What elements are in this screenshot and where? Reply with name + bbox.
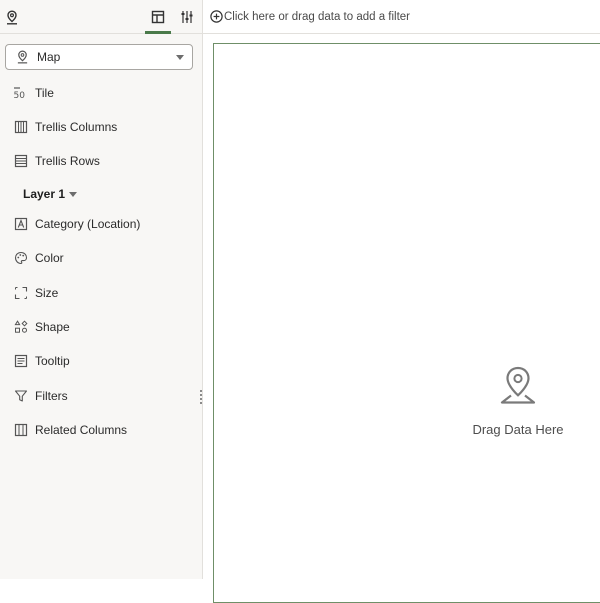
visualization-type-select[interactable]: Map — [5, 44, 193, 70]
grammar-item-trellis-columns[interactable]: Trellis Columns — [12, 117, 117, 137]
grammar-item-tile[interactable]: 50 Tile — [12, 83, 54, 103]
grammar-item-label: Shape — [35, 320, 70, 334]
grammar-item-tooltip[interactable]: Tooltip — [12, 351, 70, 371]
chevron-down-icon[interactable] — [176, 55, 184, 60]
trellis-columns-icon — [12, 119, 30, 135]
map-pin-icon[interactable] — [1, 6, 23, 28]
properties-sliders-icon[interactable] — [176, 6, 198, 28]
grammar-item-label: Trellis Rows — [35, 154, 100, 168]
palette-icon — [12, 250, 30, 266]
grammar-item-label: Tooltip — [35, 354, 70, 368]
grammar-item-label: Tile — [35, 86, 54, 100]
drop-zone: Drag Data Here — [213, 365, 600, 437]
shape-icon — [12, 319, 30, 335]
grammar-item-filters[interactable]: Filters — [12, 386, 68, 406]
drop-message: Drag Data Here — [472, 422, 564, 437]
tile-icon: 50 — [12, 85, 30, 101]
visualization-type-label: Map — [37, 50, 61, 64]
filter-bar[interactable]: Click here or drag data to add a filter — [203, 0, 600, 34]
grammar-item-trellis-rows[interactable]: Trellis Rows — [12, 151, 100, 171]
map-pin-icon — [16, 50, 29, 64]
visualization-canvas[interactable] — [213, 43, 600, 603]
grammar-item-label: Size — [35, 286, 59, 300]
grammar-item-size[interactable]: Size — [12, 283, 58, 303]
add-circle-icon[interactable] — [209, 10, 223, 24]
grammar-item-color[interactable]: Color — [12, 248, 64, 268]
map-pin-icon — [499, 365, 537, 405]
svg-text:50: 50 — [14, 91, 26, 100]
category-icon — [12, 216, 30, 232]
grammar-item-related-columns[interactable]: Related Columns — [12, 420, 127, 440]
layer-label: Layer 1 — [23, 187, 66, 201]
related-columns-icon — [12, 422, 30, 438]
grammar-item-label: Filters — [35, 389, 68, 403]
grammar-panel: Map 50 Tile Trellis Columns Trellis Rows… — [0, 0, 203, 579]
tooltip-icon — [12, 353, 30, 369]
chevron-down-icon[interactable] — [69, 191, 78, 197]
panel-toolbar — [0, 0, 203, 34]
grammar-item-label: Category (Location) — [35, 217, 141, 231]
grammar-item-label: Color — [35, 251, 64, 265]
layer-selector[interactable]: Layer 1 — [23, 186, 78, 202]
trellis-rows-icon — [12, 153, 30, 169]
grammar-panel-icon[interactable] — [145, 6, 171, 34]
filter-placeholder: Click here or drag data to add a filter — [224, 10, 411, 23]
panel-resize-handle[interactable] — [200, 390, 202, 404]
grammar-item-label: Related Columns — [35, 423, 128, 437]
grammar-item-label: Trellis Columns — [35, 120, 118, 134]
filter-icon — [12, 388, 30, 404]
grammar-item-category[interactable]: Category (Location) — [12, 214, 140, 234]
grammar-item-shape[interactable]: Shape — [12, 317, 70, 337]
size-icon — [12, 285, 30, 301]
